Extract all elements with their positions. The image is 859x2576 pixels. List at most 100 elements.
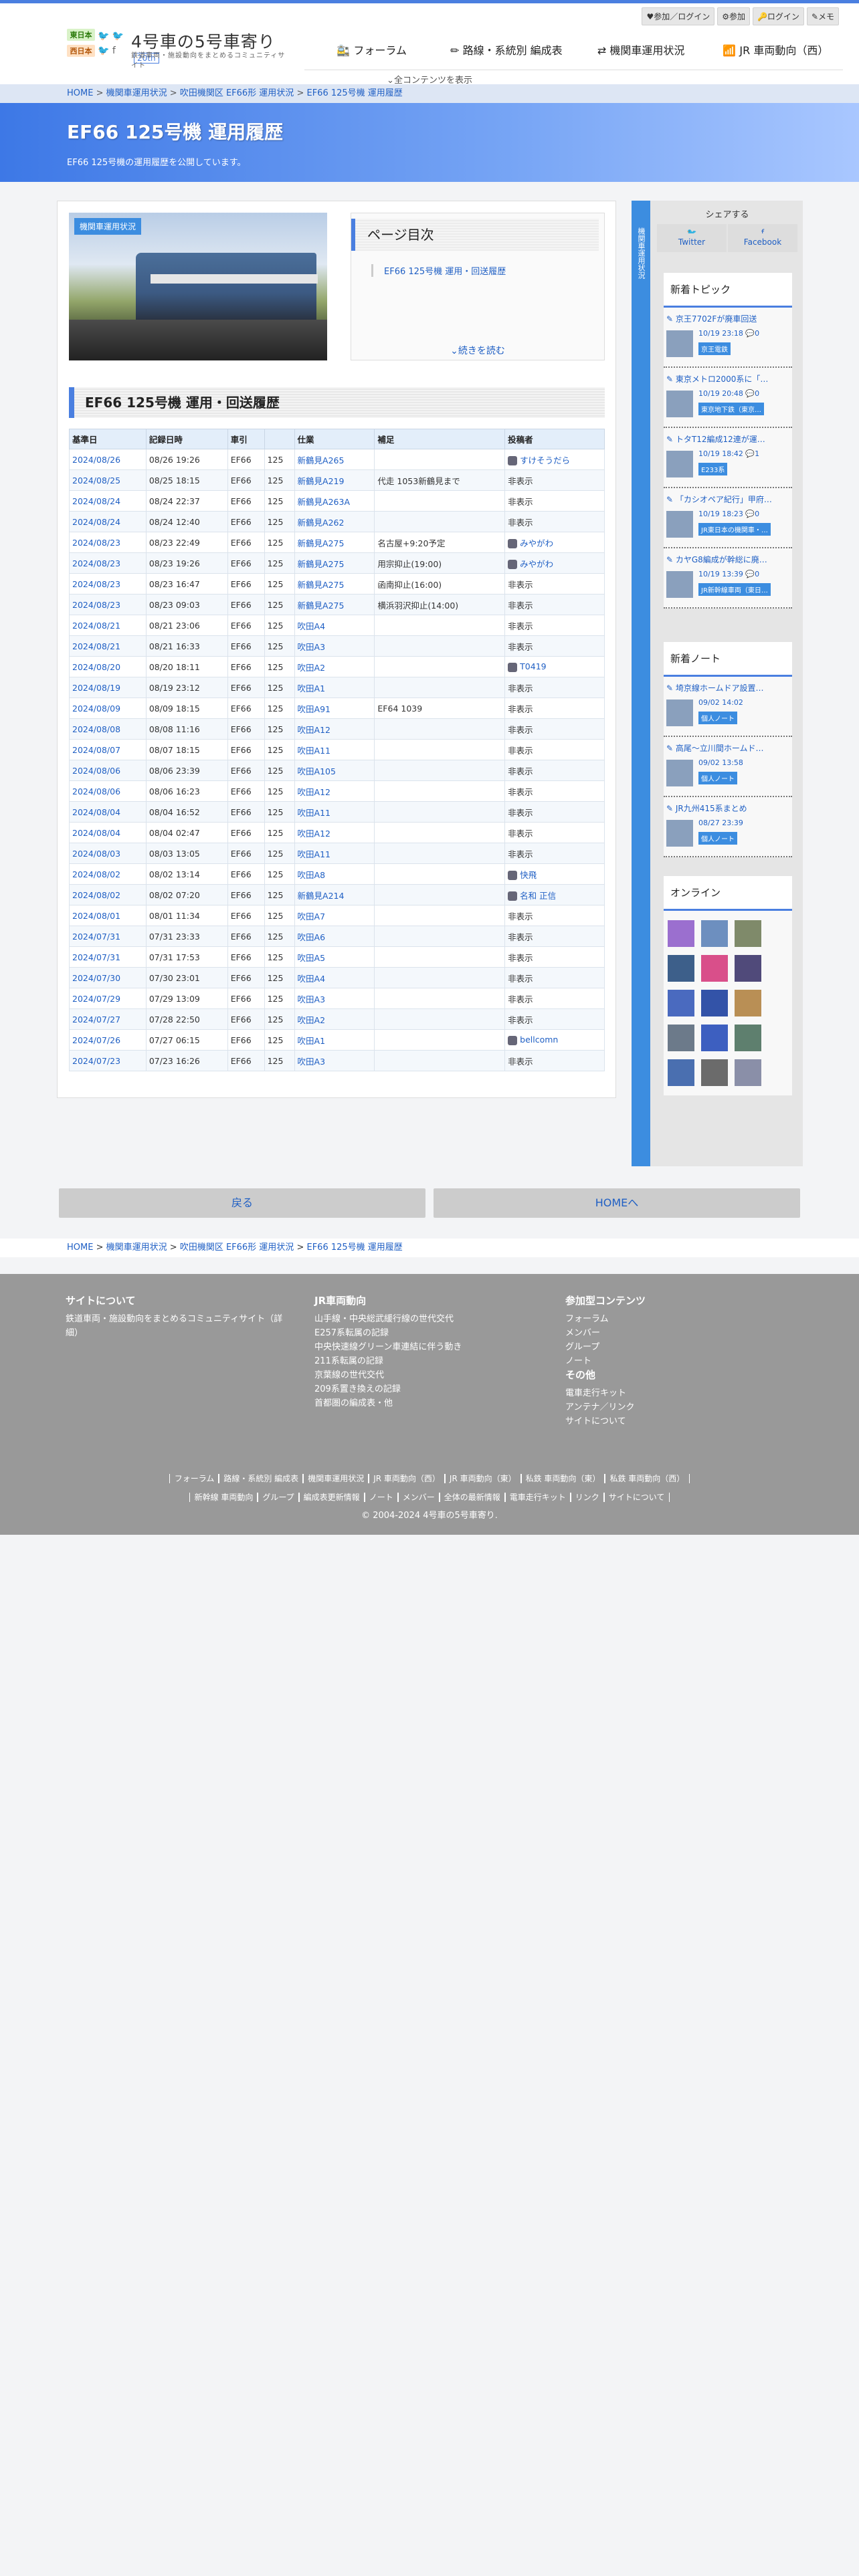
online-member-avatar[interactable] (701, 920, 728, 947)
footer-nav-link[interactable]: 路線・系統別 編成表 (218, 1474, 304, 1483)
footer-nav-link[interactable]: メンバー (397, 1493, 440, 1502)
duty-cell[interactable]: 吹田A3 (294, 1050, 375, 1071)
topic-category[interactable]: 個人ノート (698, 712, 737, 724)
topic-title[interactable]: ✎ 京王7702Fが廃車回送 (666, 313, 789, 324)
topic-title[interactable]: ✎ 東京メトロ2000系に「… (666, 373, 789, 385)
memo-button[interactable]: ✎メモ (806, 7, 839, 25)
date-cell[interactable]: 2024/08/21 (69, 635, 147, 657)
topic-thumbnail[interactable] (666, 511, 693, 538)
duty-cell[interactable]: 吹田A12 (294, 718, 375, 740)
poster-cell[interactable]: 快飛 (504, 863, 605, 885)
date-cell[interactable]: 2024/08/23 (69, 532, 147, 553)
topic-thumbnail[interactable] (666, 391, 693, 417)
duty-cell[interactable]: 吹田A91 (294, 697, 375, 719)
date-cell[interactable]: 2024/08/19 (69, 677, 147, 698)
duty-cell[interactable]: 新鶴見A275 (294, 552, 375, 574)
date-cell[interactable]: 2024/08/24 (69, 490, 147, 512)
topic-title[interactable]: ✎ カヤG8編成が幹総に廃… (666, 554, 789, 565)
poster-name[interactable]: 名和 正信 (520, 891, 556, 901)
date-cell[interactable]: 2024/08/06 (69, 780, 147, 802)
site-logo[interactable]: 東日本 西日本 🐦 🐦 🐦 f 4号車の5号車寄り20th 鉄道車両・施設動向をま… (67, 29, 288, 70)
duty-cell[interactable]: 吹田A6 (294, 926, 375, 947)
duty-cell[interactable]: 新鶴見A262 (294, 511, 375, 532)
topic-category[interactable]: 東京地下鉄（東京… (698, 403, 764, 415)
footer-nav-link[interactable]: JR 車両動向（西） (368, 1474, 446, 1483)
topic-title[interactable]: ✎ 埼京線ホームドア設置… (666, 682, 789, 693)
poster-name[interactable]: T0419 (520, 661, 546, 671)
online-member-avatar[interactable] (701, 1059, 728, 1086)
footer-nav-link[interactable]: JR 車両動向（東） (444, 1474, 522, 1483)
date-cell[interactable]: 2024/08/06 (69, 760, 147, 781)
topic-category[interactable]: 個人ノート (698, 772, 737, 784)
sidebar-topic[interactable]: ✎ 埼京線ホームドア設置… 09/02 14:02 個人ノート (664, 677, 792, 737)
online-member-avatar[interactable] (735, 955, 761, 982)
breadcrumb-ef66-ops[interactable]: 吹田機関区 EF66形 運用状況 (180, 88, 294, 98)
date-cell[interactable]: 2024/08/20 (69, 656, 147, 677)
photo-category-label[interactable]: 機関車運用状況 (74, 218, 142, 235)
footer-nav-link[interactable]: 私鉄 車両動向（東） (520, 1474, 606, 1483)
poster-name[interactable]: すけそうだら (520, 455, 570, 465)
read-more-link[interactable]: ⌄続きを読む (351, 342, 604, 360)
footer-community-link[interactable]: ノート (565, 1354, 766, 1368)
duty-cell[interactable]: 新鶴見A275 (294, 594, 375, 615)
date-cell[interactable]: 2024/07/29 (69, 988, 147, 1009)
footer-about-text[interactable]: 鉄道車両・施設動向をまとめるコミュニティサイト（詳細） (66, 1312, 286, 1340)
footer-nav-link[interactable]: リンク (569, 1493, 605, 1502)
duty-cell[interactable]: 新鶴見A263A (294, 490, 375, 512)
poster-cell[interactable]: bellcomn (504, 1029, 605, 1051)
online-member-avatar[interactable] (668, 990, 694, 1016)
footer-jr-link[interactable]: 山手線・中央総武緩行線の世代交代 (314, 1312, 535, 1326)
duty-cell[interactable]: 吹田A11 (294, 801, 375, 823)
duty-cell[interactable]: 新鶴見A275 (294, 532, 375, 553)
duty-cell[interactable]: 吹田A11 (294, 739, 375, 760)
poster-cell[interactable]: みやがわ (504, 552, 605, 574)
poster-name[interactable]: 快飛 (520, 870, 537, 880)
footer-nav-link[interactable]: 私鉄 車両動向（西） (604, 1474, 690, 1483)
footer-jr-link[interactable]: 中央快速線グリーン車連結に伴う動き (314, 1340, 535, 1354)
topic-thumbnail[interactable] (666, 700, 693, 726)
join-login-button[interactable]: ♥参加／ログイン (642, 7, 715, 25)
duty-cell[interactable]: 吹田A3 (294, 635, 375, 657)
topic-thumbnail[interactable] (666, 330, 693, 357)
footer-other-link[interactable]: 電車走行キット (565, 1386, 766, 1400)
poster-name[interactable]: bellcomn (520, 1035, 558, 1045)
footer-nav-link[interactable]: グループ (257, 1493, 300, 1502)
footer-jr-link[interactable]: E257系転属の記録 (314, 1326, 535, 1340)
footer-nav-link[interactable]: サイトについて (603, 1493, 670, 1502)
footer-nav-link[interactable]: 新幹線 車両動向 (189, 1493, 259, 1502)
date-cell[interactable]: 2024/07/30 (69, 967, 147, 988)
share-twitter-button[interactable]: 🐦 Twitter (657, 224, 727, 252)
duty-cell[interactable]: 吹田A7 (294, 905, 375, 926)
sidebar-topic[interactable]: ✎ 「カシオペア紀行」甲府… 10/19 18:23 💬0 JR東日本の機関車・… (664, 488, 792, 548)
nav-forum[interactable]: 🚉 フォーラム (304, 41, 439, 58)
topic-title[interactable]: ✎ 「カシオペア紀行」甲府… (666, 494, 789, 505)
topic-category[interactable]: 個人ノート (698, 832, 737, 845)
duty-cell[interactable]: 新鶴見A219 (294, 469, 375, 491)
topic-title[interactable]: ✎ JR九州415系まとめ (666, 802, 789, 814)
duty-cell[interactable]: 吹田A4 (294, 615, 375, 636)
topic-thumbnail[interactable] (666, 820, 693, 847)
online-member-avatar[interactable] (668, 1025, 694, 1051)
breadcrumb-current[interactable]: EF66 125号機 運用履歴 (306, 88, 402, 98)
footer-nav-link[interactable]: 全体の最新情報 (438, 1493, 506, 1502)
date-cell[interactable]: 2024/07/27 (69, 1008, 147, 1030)
breadcrumb-loco-ops[interactable]: 機関車運用状況 (106, 1243, 167, 1253)
online-member-avatar[interactable] (668, 920, 694, 947)
sns-icons[interactable]: 🐦 🐦 🐦 f (98, 29, 124, 58)
date-cell[interactable]: 2024/08/07 (69, 739, 147, 760)
date-cell[interactable]: 2024/08/25 (69, 469, 147, 491)
sidebar-topic[interactable]: ✎ トタT12編成12連が運… 10/19 18:42 💬1 E233系 (664, 428, 792, 488)
date-cell[interactable]: 2024/08/03 (69, 843, 147, 864)
duty-cell[interactable]: 吹田A105 (294, 760, 375, 781)
nav-locomotive-ops[interactable]: ⇄ 機関車運用状況 (574, 41, 708, 58)
west-japan-tag[interactable]: 西日本 (67, 45, 95, 57)
duty-cell[interactable]: 新鶴見A214 (294, 884, 375, 905)
breadcrumb-current[interactable]: EF66 125号機 運用履歴 (306, 1243, 402, 1253)
duty-cell[interactable]: 吹田A5 (294, 946, 375, 968)
footer-jr-link[interactable]: 209系置き換えの記録 (314, 1382, 535, 1396)
home-button[interactable]: HOMEへ (434, 1188, 800, 1218)
duty-cell[interactable]: 吹田A11 (294, 843, 375, 864)
breadcrumb-home[interactable]: HOME (67, 88, 93, 98)
online-member-avatar[interactable] (668, 955, 694, 982)
topic-thumbnail[interactable] (666, 571, 693, 598)
